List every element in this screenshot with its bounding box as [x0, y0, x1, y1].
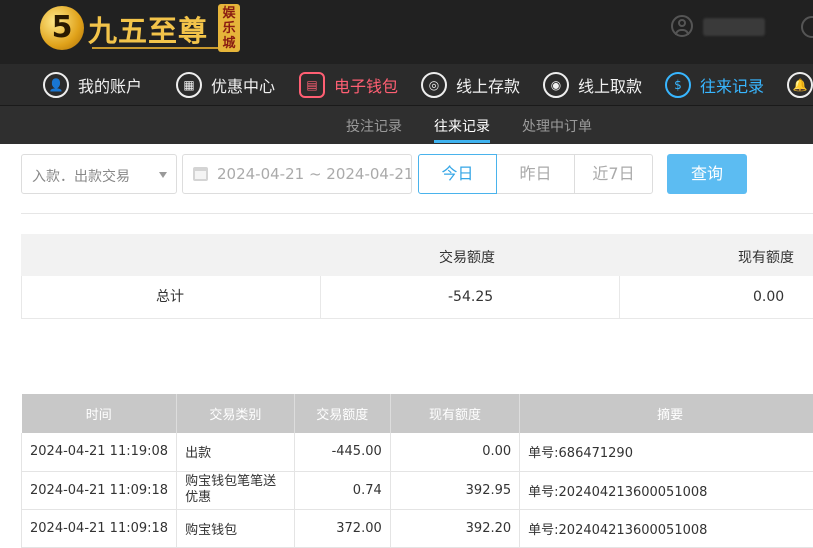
- user-icon: 👤: [43, 72, 69, 98]
- tab-bet-records[interactable]: 投注记录: [346, 116, 402, 136]
- table-row: 2024-04-21 11:09:18 购宝钱包笔笔送优惠 0.74 392.9…: [22, 471, 813, 509]
- column-divider: [320, 276, 321, 318]
- nav-item-label: 往来记录: [700, 73, 764, 97]
- cell-type: 购宝钱包笔笔送优惠: [177, 471, 295, 509]
- records-table: 时间 交易类别 交易额度 现有额度 摘要 2024-04-21 11:19:08…: [21, 394, 813, 548]
- summary-header-amount: 交易额度: [439, 247, 495, 267]
- cell-balance: 0.00: [390, 433, 519, 471]
- header-amount: 交易额度: [294, 394, 390, 433]
- last-7-days-button[interactable]: 近7日: [574, 154, 653, 194]
- nav-item-label: 电子钱包: [334, 73, 398, 97]
- calendar-icon: [193, 167, 208, 181]
- nav-item-promotions[interactable]: ▦ 优惠中心: [176, 69, 275, 101]
- cell-amount: -445.00: [294, 433, 390, 471]
- search-button[interactable]: 查询: [667, 154, 747, 194]
- logo-emblem: 5: [40, 6, 84, 50]
- cell-summary: 单号:686471290: [520, 433, 813, 471]
- records-icon: $: [665, 72, 691, 98]
- nav-item-label: 线上存款: [456, 73, 520, 97]
- cell-summary: 单号:202404213600051008: [520, 471, 813, 509]
- nav-item-records[interactable]: $ 往来记录: [665, 69, 764, 101]
- withdraw-icon: ◉: [543, 72, 569, 98]
- nav-item-e-wallet[interactable]: ▤ 电子钱包: [299, 69, 398, 101]
- tab-pending-orders[interactable]: 处理中订单: [522, 116, 592, 136]
- section-divider: [21, 213, 813, 214]
- logo-divider: [92, 47, 220, 49]
- table-header-row: 时间 交易类别 交易额度 现有额度 摘要: [22, 394, 813, 433]
- wallet-icon: ▤: [299, 72, 325, 98]
- table-row: 2024-04-21 11:09:18 购宝钱包 372.00 392.20 单…: [22, 509, 813, 547]
- cell-time: 2024-04-21 11:09:18: [22, 471, 177, 509]
- header-summary: 摘要: [520, 394, 813, 433]
- yesterday-button[interactable]: 昨日: [496, 154, 575, 194]
- active-tab-indicator: [434, 140, 490, 143]
- brand-name: 九五至尊: [88, 8, 208, 50]
- main-nav: 👤 我的账户 ▦ 优惠中心 ▤ 电子钱包 ◎ 线上存款 ◉ 线上取款 $ 往来记…: [0, 64, 813, 106]
- transaction-type-select[interactable]: 入款．出款交易: [21, 154, 177, 194]
- summary-header-balance: 现有额度: [738, 247, 794, 267]
- cell-amount: 372.00: [294, 509, 390, 547]
- table-row: 2024-04-21 11:19:08 出款 -445.00 0.00 单号:6…: [22, 433, 813, 471]
- top-header: 5 九五至尊 娱乐城: [0, 0, 813, 64]
- date-range-value: 2024-04-21 ~ 2024-04-21: [217, 165, 412, 183]
- cell-time: 2024-04-21 11:09:18: [22, 509, 177, 547]
- tab-transaction-records[interactable]: 往来记录: [434, 116, 490, 136]
- brand-logo[interactable]: 5 九五至尊 娱乐城: [40, 4, 250, 58]
- settings-icon[interactable]: [801, 16, 813, 38]
- select-value: 入款．出款交易: [32, 169, 130, 185]
- summary-header: 交易额度 现有额度: [21, 234, 813, 276]
- username-redacted: [703, 18, 765, 36]
- cell-balance: 392.95: [390, 471, 519, 509]
- nav-item-my-account[interactable]: 👤 我的账户: [43, 69, 142, 101]
- summary-total-balance: 0.00: [753, 276, 784, 318]
- nav-item-label: 优惠中心: [211, 73, 275, 97]
- quick-date-buttons: 今日 昨日 近7日: [419, 154, 653, 194]
- header-balance: 现有额度: [390, 394, 519, 433]
- header-type: 交易类别: [177, 394, 295, 433]
- nav-item-label: 我的账户: [78, 73, 142, 97]
- deposit-icon: ◎: [421, 72, 447, 98]
- cell-type: 购宝钱包: [177, 509, 295, 547]
- nav-item-online-deposit[interactable]: ◎ 线上存款: [421, 69, 520, 101]
- cell-summary: 单号:202404213600051008: [520, 509, 813, 547]
- sub-nav: 投注记录 往来记录 处理中订单: [0, 106, 813, 144]
- nav-item-notifications[interactable]: 🔔: [787, 69, 813, 101]
- today-button[interactable]: 今日: [418, 154, 497, 194]
- chevron-down-icon: [159, 172, 167, 178]
- gift-icon: ▦: [176, 72, 202, 98]
- account-avatar-icon[interactable]: [671, 15, 693, 37]
- summary-total-amount: -54.25: [448, 276, 493, 318]
- summary-total-row: 总计 -54.25 0.00: [21, 276, 813, 319]
- summary-total-label: 总计: [156, 276, 184, 318]
- cell-type: 出款: [177, 433, 295, 471]
- column-divider: [619, 276, 620, 318]
- logo-glyph: 5: [40, 10, 84, 45]
- summary-table: 交易额度 现有额度 总计 -54.25 0.00: [21, 234, 813, 319]
- nav-item-online-withdraw[interactable]: ◉ 线上取款: [543, 69, 642, 101]
- header-time: 时间: [22, 394, 177, 433]
- nav-item-label: 线上取款: [578, 73, 642, 97]
- bell-icon: 🔔: [787, 72, 813, 98]
- brand-badge: 娱乐城: [218, 4, 240, 52]
- cell-amount: 0.74: [294, 471, 390, 509]
- cell-time: 2024-04-21 11:19:08: [22, 433, 177, 471]
- cell-balance: 392.20: [390, 509, 519, 547]
- date-range-input[interactable]: 2024-04-21 ~ 2024-04-21: [182, 154, 412, 194]
